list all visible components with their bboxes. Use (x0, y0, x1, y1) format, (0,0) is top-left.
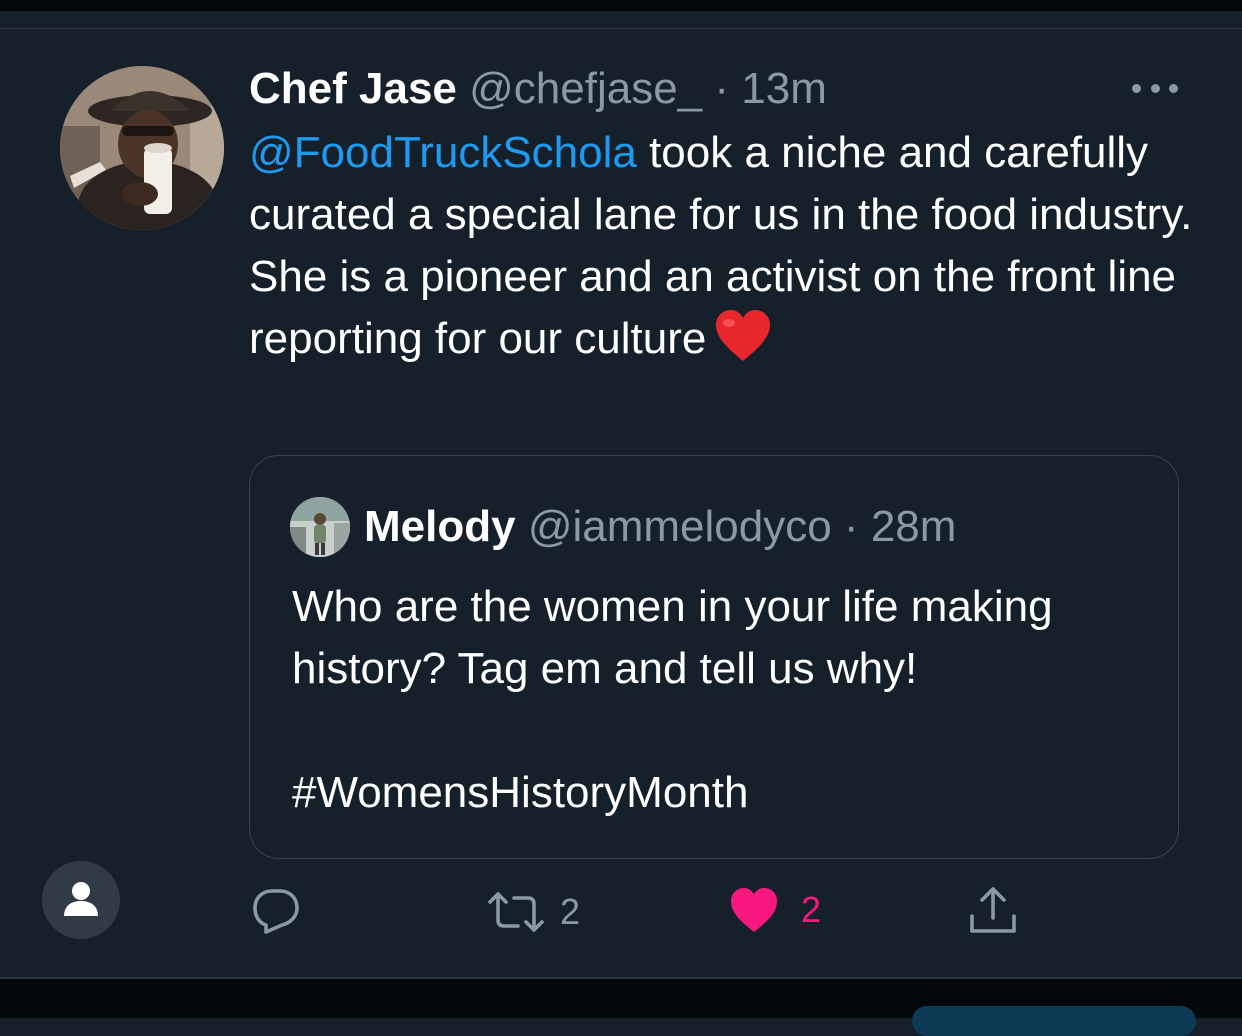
author-name[interactable]: Chef Jase (249, 64, 457, 113)
quoted-tweet[interactable]: Melody @iammelodyco · 28m Who are the wo… (249, 455, 1179, 859)
quoted-header-separator: · (843, 502, 859, 551)
tweet-text: @FoodTruckSchola took a niche and carefu… (249, 122, 1209, 380)
retweet-button[interactable]: 2 (486, 888, 580, 936)
heart-filled-icon (731, 888, 777, 932)
quoted-author-handle[interactable]: @iammelodyco (528, 502, 832, 551)
quoted-author-name[interactable]: Melody (364, 502, 516, 551)
reply-icon (253, 889, 299, 934)
mention-link[interactable]: @FoodTruckSchola (249, 128, 637, 177)
more-dot (1169, 83, 1178, 93)
quoted-tweet-header: Melody @iammelodyco · 28m (364, 502, 956, 552)
top-system-bar (0, 0, 1242, 11)
retweet-count: 2 (560, 891, 581, 932)
quoted-author-avatar[interactable] (290, 497, 350, 557)
author-handle[interactable]: @chefjase_ (469, 64, 702, 113)
share-button[interactable] (968, 886, 1018, 936)
author-avatar[interactable] (60, 66, 224, 230)
more-dot (1132, 83, 1141, 93)
bottom-banner-pill[interactable] (912, 1006, 1196, 1036)
tweet-timestamp[interactable]: 13m (741, 64, 827, 113)
like-count: 2 (801, 889, 822, 930)
tweet-header: Chef Jase @chefjase_ · 13m (249, 64, 827, 114)
share-icon (970, 887, 1016, 933)
like-button[interactable]: 2 (729, 886, 821, 934)
retweet-icon (488, 892, 544, 932)
top-divider (0, 28, 1242, 29)
reply-button[interactable] (252, 888, 300, 934)
author-avatar-image (60, 66, 224, 230)
quoted-tweet-text: Who are the women in your life making hi… (292, 582, 1053, 693)
header-separator: · (714, 64, 730, 113)
more-options-icon[interactable] (1132, 78, 1178, 98)
profile-button[interactable] (42, 861, 120, 939)
red-heart-emoji-icon (714, 309, 772, 380)
quoted-tweet-hashtag[interactable]: #WomensHistoryMonth (292, 762, 748, 824)
quoted-tweet-timestamp[interactable]: 28m (871, 502, 957, 551)
quoted-author-avatar-image (290, 497, 350, 557)
more-dot (1150, 83, 1160, 93)
person-icon (64, 882, 98, 916)
